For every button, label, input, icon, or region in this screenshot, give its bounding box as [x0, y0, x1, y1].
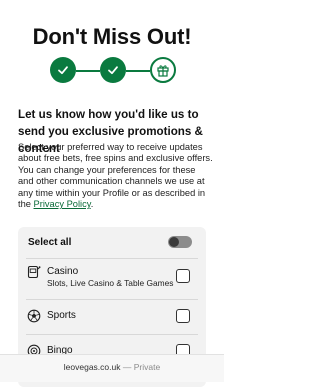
browser-address-bar[interactable]: leovegas.co.uk — Private	[0, 354, 224, 382]
progress-stepper	[50, 57, 176, 85]
preference-label: Casino	[47, 266, 79, 277]
step-1-completed	[50, 57, 76, 83]
casino-icon	[27, 265, 41, 279]
divider	[26, 258, 198, 259]
divider	[26, 334, 198, 335]
select-all-label: Select all	[28, 237, 72, 248]
check-icon	[108, 66, 118, 75]
step-connector	[126, 70, 150, 72]
description-suffix: .	[90, 199, 94, 210]
toggle-knob	[169, 237, 179, 247]
casino-checkbox[interactable]	[176, 269, 190, 283]
preference-row-sports: Sports	[18, 299, 206, 335]
page-title: Don't Miss Out!	[32, 24, 192, 49]
preference-label: Sports	[47, 310, 76, 321]
gift-icon	[157, 65, 169, 77]
preference-sublabel: Slots, Live Casino & Table Games	[47, 278, 174, 288]
divider	[26, 299, 198, 300]
check-icon	[58, 66, 68, 75]
sports-checkbox[interactable]	[176, 309, 190, 323]
step-connector	[76, 70, 100, 72]
domain-text: leovegas.co.uk	[63, 362, 121, 372]
consent-description: Select your preferred way to receive upd…	[18, 142, 213, 210]
privacy-policy-link[interactable]: Privacy Policy	[34, 199, 91, 209]
football-icon	[27, 309, 41, 323]
step-3-current	[150, 57, 176, 83]
select-all-toggle[interactable]	[168, 236, 192, 248]
preference-row-casino: Casino Slots, Live Casino & Table Games	[18, 258, 206, 298]
private-mode-label: Private	[133, 362, 161, 372]
step-2-completed	[100, 57, 126, 83]
separator: —	[122, 362, 132, 372]
